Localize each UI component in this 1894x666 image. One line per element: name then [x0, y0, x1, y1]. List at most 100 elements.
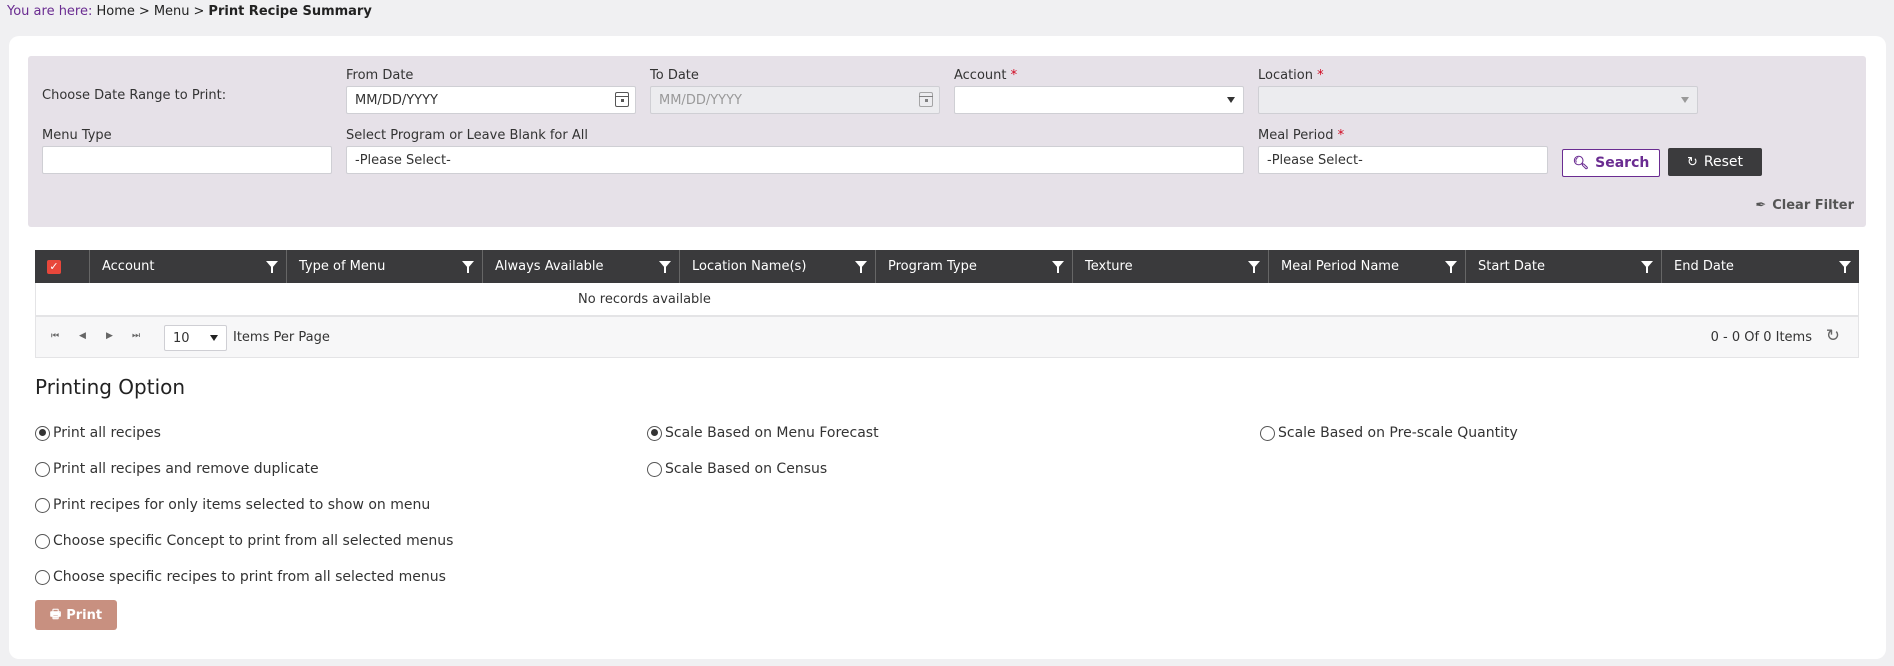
- filter-panel: Choose Date Range to Print: From Date MM…: [28, 56, 1866, 227]
- column-header-location-names[interactable]: Location Name(s): [680, 250, 876, 283]
- print-button[interactable]: 🖶︎ Print: [35, 600, 117, 630]
- clear-filter-link[interactable]: ✒ Clear Filter: [1755, 198, 1854, 213]
- radio-button[interactable]: [647, 461, 662, 477]
- filter-icon[interactable]: [855, 261, 867, 273]
- column-header-end-date[interactable]: End Date: [1662, 250, 1859, 283]
- from-date-field[interactable]: MM/DD/YYYY: [346, 86, 636, 114]
- column-header-type-of-menu[interactable]: Type of Menu: [287, 250, 483, 283]
- radio-label: Scale Based on Census: [665, 461, 828, 477]
- radio-specific-recipes[interactable]: Choose specific recipes to print from al…: [35, 569, 446, 585]
- location-label-text: Location: [1258, 68, 1313, 83]
- meal-period-select[interactable]: -Please Select-: [1258, 146, 1548, 174]
- radio-label: Print recipes for only items selected to…: [53, 497, 431, 513]
- to-date-field[interactable]: MM/DD/YYYY: [650, 86, 940, 114]
- location-label: Location *: [1258, 68, 1324, 83]
- radio-label: Choose specific Concept to print from al…: [53, 533, 454, 549]
- breadcrumb-home[interactable]: Home: [97, 4, 135, 19]
- column-header-program-type[interactable]: Program Type: [876, 250, 1073, 283]
- clear-filter-label: Clear Filter: [1772, 198, 1854, 213]
- menu-type-field[interactable]: [42, 146, 332, 174]
- radio-button-selected[interactable]: [647, 425, 662, 441]
- radio-label: Scale Based on Pre-scale Quantity: [1278, 425, 1518, 441]
- broom-icon: ✒: [1755, 198, 1767, 213]
- breadcrumb-lead: You are here:: [7, 4, 93, 19]
- column-header-texture[interactable]: Texture: [1073, 250, 1269, 283]
- program-select[interactable]: -Please Select-: [346, 146, 1244, 174]
- meal-period-label: Meal Period *: [1258, 128, 1344, 143]
- radio-button-selected[interactable]: [35, 425, 50, 441]
- radio-button[interactable]: [1260, 425, 1275, 441]
- refresh-icon[interactable]: ↻: [1826, 326, 1840, 346]
- printer-icon: 🖶︎: [49, 606, 62, 621]
- filter-icon[interactable]: [462, 261, 474, 273]
- radio-label: Print all recipes and remove duplicate: [53, 461, 319, 477]
- account-label-text: Account: [954, 68, 1007, 83]
- menu-type-label: Menu Type: [42, 128, 112, 143]
- filter-icon[interactable]: [1445, 261, 1457, 273]
- page-size-select[interactable]: 10: [164, 325, 227, 351]
- column-title: Start Date: [1478, 259, 1545, 274]
- chevron-down-icon: [210, 335, 218, 341]
- meal-period-value: -Please Select-: [1267, 152, 1363, 168]
- radio-print-all-recipes[interactable]: Print all recipes: [35, 425, 161, 441]
- grid-header: ✓ Account Type of Menu Always Available …: [35, 250, 1859, 283]
- required-marker: *: [1010, 68, 1018, 83]
- column-header-start-date[interactable]: Start Date: [1466, 250, 1662, 283]
- calendar-icon[interactable]: [919, 92, 933, 107]
- column-header-meal-period-name[interactable]: Meal Period Name: [1269, 250, 1466, 283]
- radio-button[interactable]: [35, 497, 50, 513]
- to-date-placeholder: MM/DD/YYYY: [659, 92, 742, 108]
- reset-button-label: Reset: [1703, 154, 1743, 170]
- reset-button[interactable]: ↻ Reset: [1668, 148, 1762, 176]
- breadcrumb-menu[interactable]: Menu: [154, 4, 190, 19]
- next-page-icon[interactable]: ▶︎: [106, 331, 113, 341]
- chevron-down-icon: [1227, 97, 1235, 103]
- breadcrumb-separator: >: [138, 4, 150, 19]
- printing-option-title: Printing Option: [35, 375, 186, 399]
- grid-body: No records available: [35, 283, 1859, 316]
- location-select[interactable]: [1258, 86, 1698, 114]
- radio-scale-menu-forecast[interactable]: Scale Based on Menu Forecast: [647, 425, 879, 441]
- calendar-icon[interactable]: [615, 92, 629, 107]
- from-date-placeholder: MM/DD/YYYY: [355, 92, 438, 108]
- first-page-icon[interactable]: ⏮︎: [51, 331, 59, 341]
- column-header-account[interactable]: Account: [90, 250, 287, 283]
- filter-icon[interactable]: [266, 261, 278, 273]
- radio-label: Scale Based on Menu Forecast: [665, 425, 879, 441]
- filter-icon[interactable]: [1052, 261, 1064, 273]
- column-title: Always Available: [495, 259, 604, 274]
- column-title: Texture: [1085, 259, 1133, 274]
- column-title: End Date: [1674, 259, 1734, 274]
- program-value: -Please Select-: [355, 152, 451, 168]
- column-header-always-available[interactable]: Always Available: [483, 250, 680, 283]
- radio-scale-census[interactable]: Scale Based on Census: [647, 461, 827, 477]
- filter-icon[interactable]: [1248, 261, 1260, 273]
- filter-icon[interactable]: [1641, 261, 1653, 273]
- previous-page-icon[interactable]: ◀︎: [79, 331, 86, 341]
- last-page-icon[interactable]: ⏭︎: [132, 331, 140, 341]
- radio-scale-prescale-quantity[interactable]: Scale Based on Pre-scale Quantity: [1260, 425, 1518, 441]
- radio-label: Print all recipes: [53, 425, 161, 441]
- radio-button[interactable]: [35, 569, 50, 585]
- filter-icon[interactable]: [1839, 261, 1851, 273]
- items-per-page-label: Items Per Page: [233, 330, 330, 345]
- radio-specific-concept[interactable]: Choose specific Concept to print from al…: [35, 533, 453, 549]
- column-title: Account: [102, 259, 155, 274]
- no-records-text: No records available: [578, 291, 711, 307]
- radio-remove-duplicate[interactable]: Print all recipes and remove duplicate: [35, 461, 319, 477]
- search-button[interactable]: 🔍︎ Search: [1562, 149, 1660, 177]
- breadcrumb-separator: >: [193, 4, 205, 19]
- breadcrumb-current: Print Recipe Summary: [208, 4, 372, 19]
- to-date-label: To Date: [650, 68, 699, 83]
- program-label: Select Program or Leave Blank for All: [346, 128, 588, 143]
- select-all-checkbox[interactable]: ✓: [47, 259, 61, 274]
- account-select[interactable]: [954, 86, 1244, 114]
- radio-button[interactable]: [35, 461, 50, 477]
- radio-button[interactable]: [35, 533, 50, 549]
- filter-icon[interactable]: [659, 261, 671, 273]
- account-label: Account *: [954, 68, 1017, 83]
- search-button-label: Search: [1595, 155, 1650, 171]
- radio-selected-items-only[interactable]: Print recipes for only items selected to…: [35, 497, 430, 513]
- date-range-label: Choose Date Range to Print:: [42, 88, 227, 103]
- required-marker: *: [1337, 128, 1345, 143]
